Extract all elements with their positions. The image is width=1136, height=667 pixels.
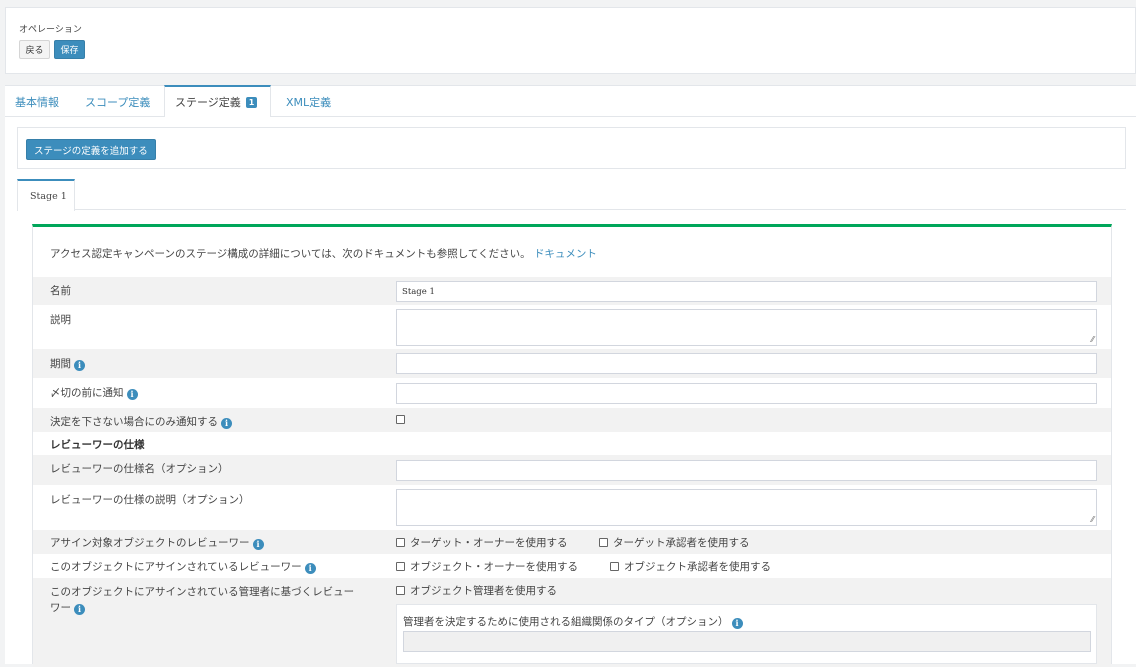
target-owner-option[interactable]: ターゲット・オーナーを使用する (396, 535, 568, 550)
target-owner-label: ターゲット・オーナーを使用する (410, 537, 568, 549)
org-relation-select[interactable] (403, 631, 1091, 652)
target-owner-checkbox[interactable] (396, 538, 405, 547)
notify-only-label-wrap: 決定を下さない場合にのみ通知する i (50, 414, 232, 429)
stage-tabs: Stage 1 (17, 179, 1126, 211)
info-icon[interactable]: i (126, 389, 138, 400)
tab-stage-definition[interactable]: ステージ定義 1 (164, 85, 271, 117)
target-approver-checkbox[interactable] (599, 538, 608, 547)
duration-row: 期間 i (33, 349, 1111, 378)
spec-description-row: レビューワーの仕様の説明（オプション） ⁄⁄ (33, 485, 1111, 530)
description-label: 説明 (50, 314, 71, 326)
content-area: ステージの定義を追加する Stage 1 アクセス認定キャンペーンのステージ構成… (5, 117, 1136, 667)
operations-panel: オペレーション 戻る 保存 (5, 7, 1136, 74)
spec-name-row: レビューワーの仕様名（オプション） (33, 455, 1111, 485)
documentation-link[interactable]: ドキュメント (534, 248, 597, 260)
operations-label: オペレーション (19, 25, 82, 35)
object-approver-option[interactable]: オブジェクト承認者を使用する (610, 559, 771, 574)
tab-xml-definition-label: XML定義 (286, 95, 332, 109)
assigned-target-label-wrap: アサイン対象オブジェクトのレビューワー i (50, 535, 264, 550)
tab-basic-info[interactable]: 基本情報 (15, 86, 59, 117)
assigned-object-label-wrap: このオブジェクトにアサインされているレビューワー i (50, 559, 316, 574)
tab-scope-definition-label: スコープ定義 (85, 95, 151, 109)
object-approver-checkbox[interactable] (610, 562, 619, 571)
notify-only-label: 決定を下さない場合にのみ通知する (50, 416, 218, 428)
object-manager-checkbox[interactable] (396, 586, 405, 595)
manager-based-label-line1: このオブジェクトにアサインされている管理者に基づくレビュー (50, 586, 355, 598)
add-stage-button[interactable]: ステージの定義を追加する (26, 139, 156, 160)
duration-label: 期間 (50, 358, 71, 370)
manager-based-label-line2: ワー (50, 602, 71, 614)
target-approver-label: ターゲット承認者を使用する (613, 537, 750, 549)
org-relation-panel: 管理者を決定するために使用される組織関係のタイプ（オプション） i (396, 604, 1097, 664)
info-icon[interactable]: i (252, 539, 264, 550)
manager-based-label-line2-wrap: ワー i (50, 600, 85, 615)
spec-description-textarea[interactable]: ⁄⁄ (396, 489, 1097, 526)
assigned-target-row: アサイン対象オブジェクトのレビューワー i ターゲット・オーナーを使用する ターゲ… (33, 530, 1111, 554)
info-icon[interactable]: i (74, 604, 85, 615)
object-owner-option[interactable]: オブジェクト・オーナーを使用する (396, 559, 578, 574)
tab-xml-definition[interactable]: XML定義 (286, 86, 331, 117)
main-tabs: 基本情報 スコープ定義 ステージ定義 1 XML定義 (5, 85, 1136, 117)
object-owner-checkbox[interactable] (396, 562, 405, 571)
info-icon[interactable]: i (304, 563, 316, 574)
notify-only-row: 決定を下さない場合にのみ通知する i (33, 408, 1111, 432)
description-row: 説明 ⁄⁄ (33, 305, 1111, 349)
object-manager-option[interactable]: オブジェクト管理者を使用する (396, 583, 557, 598)
back-button[interactable]: 戻る (19, 40, 50, 59)
documentation-note: アクセス認定キャンペーンのステージ構成の詳細については、次のドキュメントも参照し… (50, 246, 597, 261)
org-relation-label: 管理者を決定するために使用される組織関係のタイプ（オプション） (403, 616, 729, 628)
name-label: 名前 (50, 285, 71, 297)
spec-name-input[interactable] (396, 460, 1097, 481)
tab-stage-definition-label: ステージ定義 (175, 96, 241, 109)
stage-form-box: アクセス認定キャンペーンのステージ構成の詳細については、次のドキュメントも参照し… (32, 224, 1112, 667)
info-icon[interactable]: i (74, 360, 85, 371)
tab-stage-1[interactable]: Stage 1 (17, 179, 75, 211)
tab-basic-info-label: 基本情報 (15, 95, 59, 109)
org-relation-label-wrap: 管理者を決定するために使用される組織関係のタイプ（オプション） i (403, 614, 743, 629)
notify-only-checkbox[interactable] (396, 415, 405, 424)
notify-before-label: 〆切の前に通知 (50, 387, 124, 399)
spec-description-label: レビューワーの仕様の説明（オプション） (50, 494, 250, 506)
resize-handle-icon[interactable]: ⁄⁄ (1091, 516, 1094, 524)
spec-name-label: レビューワーの仕様名（オプション） (50, 463, 229, 475)
object-approver-label: オブジェクト承認者を使用する (624, 561, 771, 573)
documentation-note-text: アクセス認定キャンペーンのステージ構成の詳細については、次のドキュメントも参照し… (50, 248, 531, 260)
save-button[interactable]: 保存 (54, 40, 85, 59)
notify-before-row: 〆切の前に通知 i (33, 378, 1111, 408)
stage-count-badge: 1 (245, 96, 258, 108)
object-owner-label: オブジェクト・オーナーを使用する (410, 561, 578, 573)
resize-handle-icon[interactable]: ⁄⁄ (1091, 336, 1094, 344)
reviewer-spec-heading: レビューワーの仕様 (50, 439, 145, 451)
reviewer-spec-heading-row: レビューワーの仕様 (33, 432, 1111, 455)
name-input[interactable]: Stage 1 (396, 281, 1097, 302)
info-icon[interactable]: i (731, 618, 743, 629)
target-approver-option[interactable]: ターゲット承認者を使用する (599, 535, 750, 550)
assigned-object-label: このオブジェクトにアサインされているレビューワー (50, 561, 302, 573)
description-textarea[interactable]: ⁄⁄ (396, 309, 1097, 346)
object-manager-label: オブジェクト管理者を使用する (410, 585, 557, 597)
name-row: 名前 Stage 1 (33, 277, 1111, 305)
duration-input[interactable] (396, 353, 1097, 374)
info-icon[interactable]: i (221, 418, 232, 429)
manager-based-row: このオブジェクトにアサインされている管理者に基づくレビュー ワー i オブジェクト… (33, 578, 1111, 667)
duration-label-wrap: 期間 i (50, 356, 85, 371)
notify-before-label-wrap: 〆切の前に通知 i (50, 385, 138, 400)
assigned-object-row: このオブジェクトにアサインされているレビューワー i オブジェクト・オーナーを使用… (33, 554, 1111, 578)
assigned-target-label: アサイン対象オブジェクトのレビューワー (50, 537, 250, 549)
tab-scope-definition[interactable]: スコープ定義 (85, 86, 150, 117)
add-stage-panel: ステージの定義を追加する (17, 127, 1126, 169)
notify-before-input[interactable] (396, 383, 1097, 404)
